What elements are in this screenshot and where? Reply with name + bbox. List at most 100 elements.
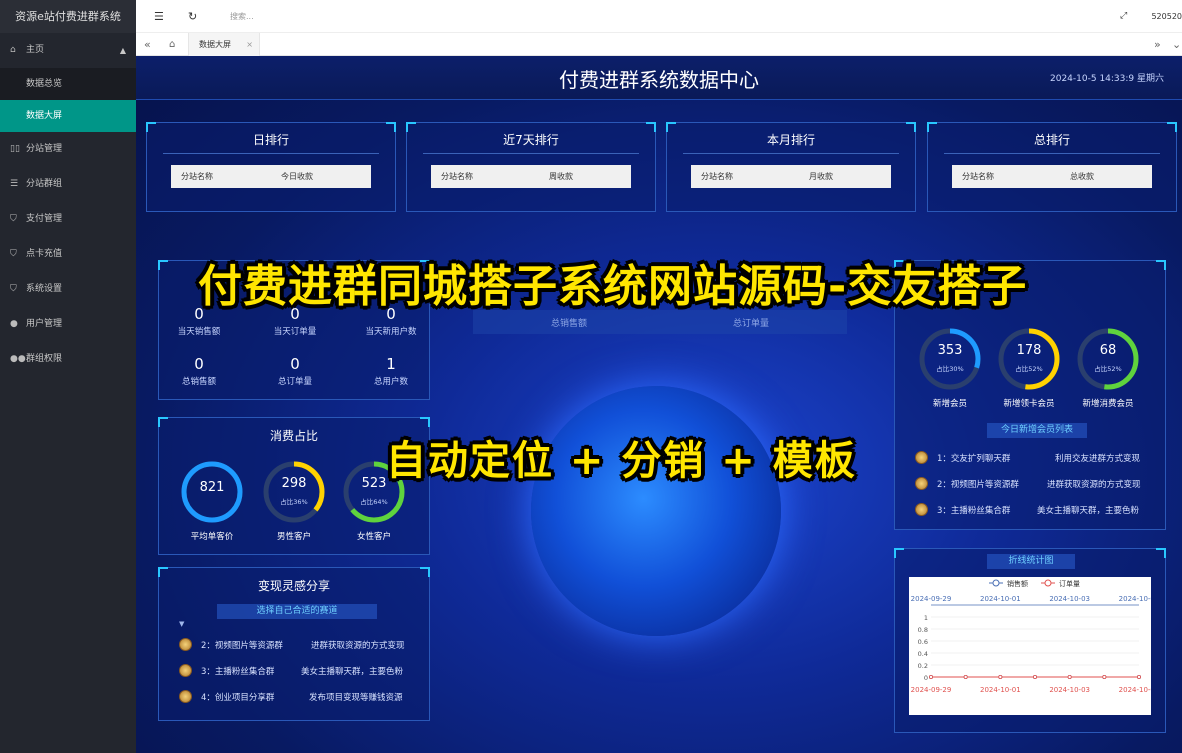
sliders-icon: ☰: [10, 179, 19, 189]
x-tick-label-bottom: 2024-09-29: [911, 686, 952, 694]
sidebar-sub-bigscreen[interactable]: 数据大屏: [0, 100, 136, 132]
sidebar-item-groups[interactable]: ☰ 分站群组: [0, 167, 136, 202]
rank-header: 分站名称 今日收款: [171, 165, 371, 188]
col-amount: 总收款: [1070, 172, 1094, 181]
rank-panel-total: 总排行 分站名称 总收款: [927, 122, 1177, 212]
chevron-double-right-icon[interactable]: »: [1154, 33, 1161, 56]
stat-value: 0: [194, 355, 204, 373]
stat-total-orders: 0 总订单量: [255, 355, 335, 387]
rank-header: 分站名称 总收款: [952, 165, 1152, 188]
sidebar-item-users[interactable]: ● 用户管理: [0, 307, 136, 342]
data-point: [963, 675, 968, 680]
refresh-icon[interactable]: ↻: [188, 0, 197, 33]
col-station: 分站名称: [701, 172, 733, 181]
globe-graphic: [531, 386, 781, 636]
app-title: 资源e站付费进群系统: [0, 0, 136, 33]
x-tick-label-bottom: 2024-10-03: [1049, 686, 1090, 694]
line-chart: 销售额 订单量 0 0.2 0.4 0.6 0.8 1 2024-09-29 2024-09-29…: [909, 577, 1160, 715]
ring-value: 353: [937, 343, 963, 358]
sidebar-item-home[interactable]: ⌂ 主页 ▲: [0, 33, 136, 68]
ring-male: 298 占比36% 男性客户: [259, 460, 329, 542]
medal-icon: [915, 503, 928, 516]
menu-toggle-icon[interactable]: ☰: [154, 0, 164, 33]
list-item-topic: 1：交友扩列聊天群: [937, 454, 1011, 464]
sidebar-item-permissions[interactable]: ●● 群组权限: [0, 342, 136, 377]
ring-spend-members: 68 占比52% 新增消费会员: [1073, 327, 1143, 409]
sidebar-item-recharge[interactable]: ⛉ 点卡充值: [0, 237, 136, 272]
screen-header: 付费进群系统数据中心 2024-10-5 14:33:9 星期六: [136, 56, 1182, 100]
list-item-desc: 进群获取资源的方式变现: [311, 641, 405, 651]
legend-label: 订单量: [1059, 579, 1080, 588]
medal-icon: [915, 477, 928, 490]
stat-value: 1: [386, 355, 396, 373]
ring-label: 男性客户: [276, 532, 311, 542]
legend-marker: [1044, 579, 1052, 587]
ring-value: 298: [281, 476, 307, 491]
caret-down-icon: ▼: [179, 620, 185, 628]
col-station: 分站名称: [181, 172, 213, 181]
list-item-topic: 4：创业项目分享群: [201, 693, 275, 703]
rank-panel-week: 近7天排行 分站名称 周收款: [406, 122, 656, 212]
close-icon[interactable]: ×: [246, 33, 253, 56]
ring-chart: [263, 461, 325, 523]
list-item-desc: 进群获取资源的方式变现: [1047, 480, 1141, 490]
data-point: [1033, 675, 1038, 680]
medal-icon: [179, 664, 192, 677]
x-tick-label-top: 2024-10-01: [980, 595, 1021, 603]
tab-label: 数据大屏: [199, 40, 231, 49]
chevron-up-icon: ▲: [119, 46, 126, 55]
user-id[interactable]: 520520: [1151, 0, 1182, 33]
y-tick-label: 0.6: [918, 638, 928, 646]
ring-chart: [1077, 328, 1139, 390]
overlay-headline: 付费进群同城搭子系统网站源码-交友搭子: [198, 261, 1028, 312]
col-amount: 今日收款: [281, 172, 313, 181]
ring-value: 68: [1099, 343, 1117, 358]
chevron-double-left-icon[interactable]: «: [144, 33, 151, 56]
ring-value: 821: [199, 480, 225, 495]
sidebar-item-label: 主页: [26, 45, 45, 55]
data-point: [928, 675, 933, 680]
list-item-topic: 3：主播粉丝集合群: [201, 667, 275, 677]
fullscreen-icon[interactable]: ⤢: [1120, 0, 1127, 33]
sidebar-item-substation[interactable]: ▯▯ 分站管理: [0, 132, 136, 167]
shield-icon: ⛉: [10, 214, 17, 224]
members-list-title: 今日新增会员列表: [987, 423, 1087, 438]
stat-total-sales: 0 总销售额: [159, 355, 239, 387]
ring-value: 178: [1016, 343, 1042, 358]
data-screen: 付费进群系统数据中心 2024-10-5 14:33:9 星期六 日排行 分站名…: [136, 56, 1182, 753]
center-label-sales: 总销售额: [551, 319, 588, 329]
line-chart-svg: 销售额 订单量 0 0.2 0.4 0.6 0.8 1 2024-09-29 2024-09-29…: [911, 579, 1160, 694]
more-icon[interactable]: ⌄: [1172, 33, 1181, 56]
sidebar: 资源e站付费进群系统 ⌂ 主页 ▲ 数据总览 数据大屏 ▯▯ 分站管理 ☰ 分站群组…: [0, 0, 136, 753]
stat-total-users: 1 总用户数: [351, 355, 431, 387]
ring-card-members: 178 占比52% 新增领卡会员: [994, 327, 1064, 409]
legend-marker: [992, 579, 1000, 587]
y-tick-label: 1: [924, 614, 928, 622]
stat-label: 当天订单量: [273, 327, 317, 337]
sidebar-item-payment[interactable]: ⛉ 支付管理: [0, 202, 136, 237]
overlay-subheadline: 自动定位 + 分销 + 模板: [386, 438, 857, 484]
y-tick-label: 0.2: [918, 662, 928, 670]
search-input[interactable]: 搜索...: [230, 0, 254, 33]
list-item-topic: 3：主播粉丝集合群: [937, 506, 1011, 516]
ring-sub: 占比52%: [1015, 365, 1043, 373]
tab-bigscreen[interactable]: 数据大屏 ×: [188, 33, 260, 56]
y-tick-label: 0.8: [918, 626, 928, 634]
ring-avg-price: 821 平均单客价: [177, 460, 247, 542]
divider: [683, 153, 899, 154]
home-icon[interactable]: ⌂: [169, 33, 175, 56]
data-point: [998, 675, 1003, 680]
ring-chart: [998, 328, 1060, 390]
stat-label: 当天销售额: [177, 327, 221, 337]
sidebar-item-label: 用户管理: [26, 319, 63, 329]
y-tick-label: 0.4: [918, 650, 928, 658]
x-tick-label-top: 2024-10-05: [1119, 595, 1151, 603]
sidebar-sub-overview[interactable]: 数据总览: [0, 68, 136, 100]
list-item-topic: 2：视频图片等资源群: [201, 641, 283, 651]
ring-sub: 占比64%: [360, 498, 388, 506]
users-icon: ●●: [10, 354, 26, 364]
stat-value: 0: [290, 355, 300, 373]
sidebar-item-settings[interactable]: ⛉ 系统设置: [0, 272, 136, 307]
stat-label: 总销售额: [181, 377, 216, 387]
rank-title: 日排行: [252, 133, 289, 147]
